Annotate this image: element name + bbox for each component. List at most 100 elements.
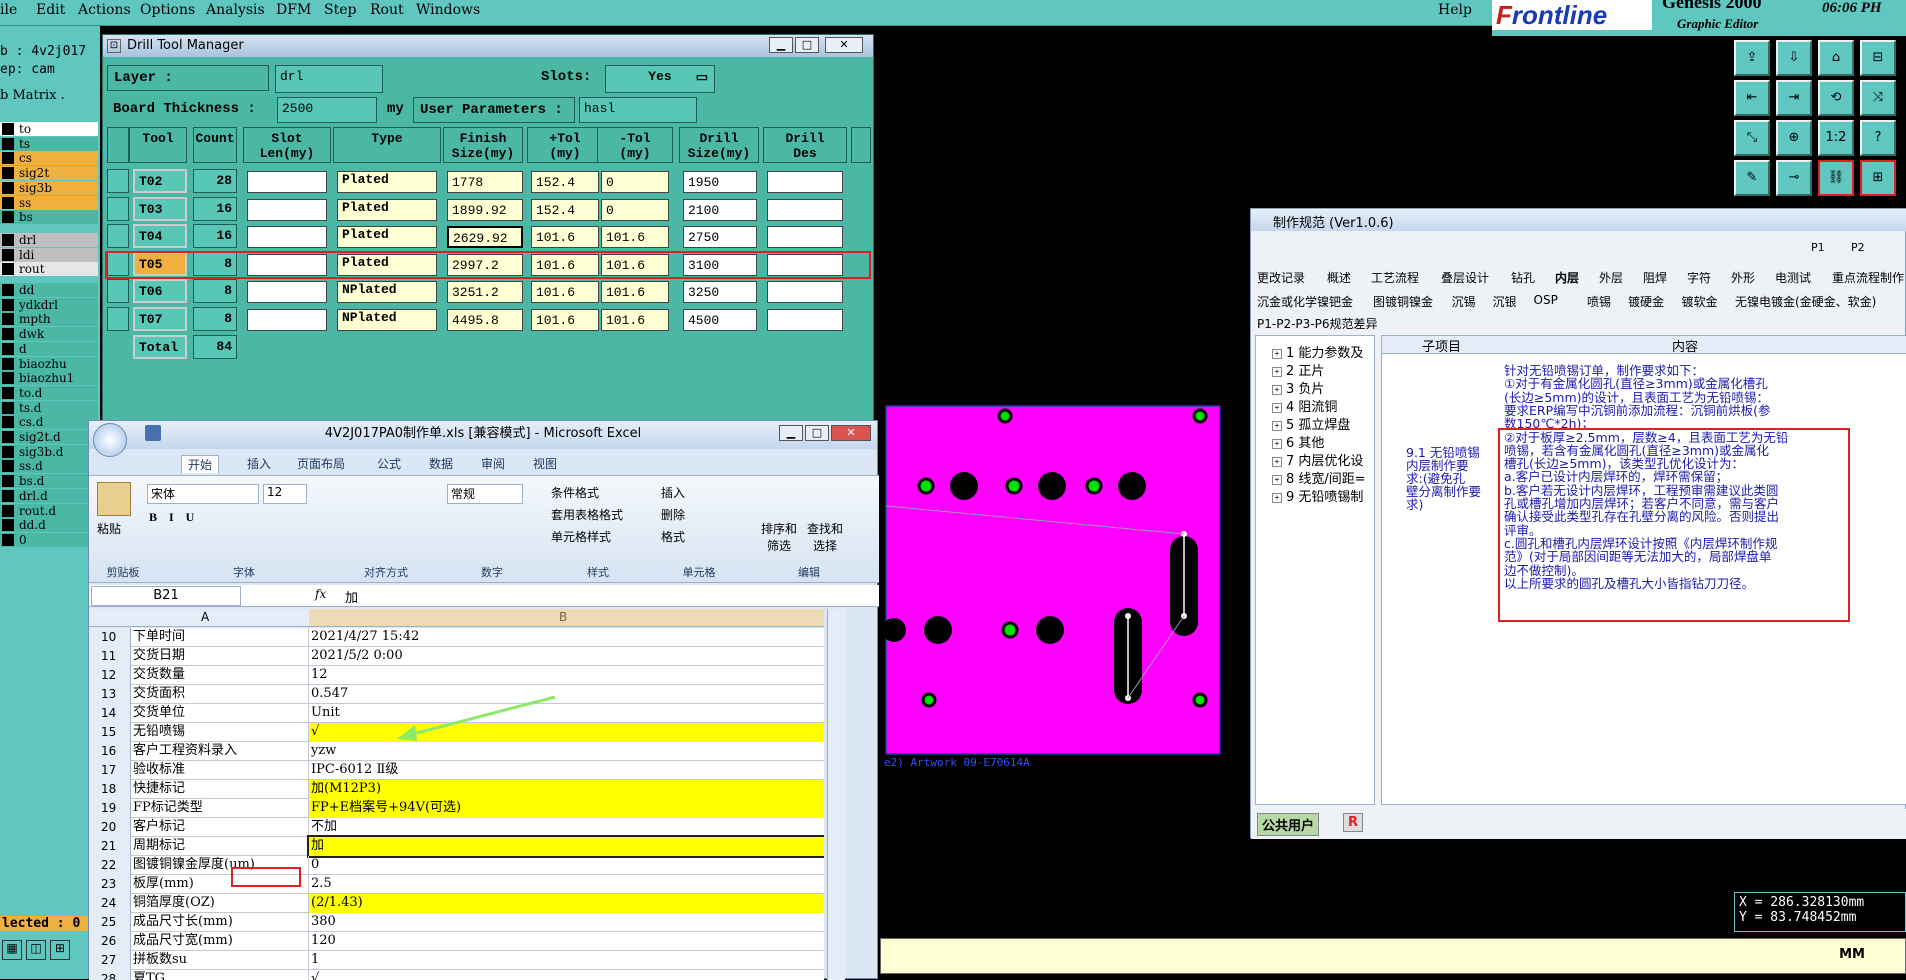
plus-tol-input[interactable]: 101.6 [531,308,599,331]
plus-tol-input[interactable]: 152.4 [531,171,599,193]
excel-minimize-button[interactable]: ▁ [779,425,803,441]
cell-a[interactable]: 客户工程资料录入 [131,742,309,761]
command-line[interactable]: MM [880,938,1906,974]
ribbon-tab[interactable]: 插入 [247,455,271,472]
cell-b[interactable]: 2021/4/27 15:42 [309,628,824,647]
spec-tab[interactable]: 喷锡 [1587,293,1611,310]
plus-tol-input[interactable]: 101.6 [531,281,599,303]
layer-item[interactable]: ydkdrl [0,297,98,312]
cell-a[interactable]: 交货日期 [131,647,309,666]
vertical-scrollbar[interactable] [827,609,845,980]
cell-b[interactable]: 加(M12P3) [309,780,824,799]
spec-tab[interactable]: 图镀铜镍金 [1373,293,1433,310]
layer-toggle-icon[interactable] [2,372,14,385]
layer-toggle-icon[interactable] [2,445,14,458]
expand-icon[interactable]: + [1272,439,1282,449]
slot-length-input[interactable] [247,198,327,221]
name-box[interactable]: B21 [91,586,241,606]
layer-toggle-icon[interactable] [2,504,14,517]
cell-b[interactable]: 120 [309,932,824,951]
layer-item[interactable]: mpth [0,312,98,327]
layer-item[interactable]: sig2t [0,166,98,181]
cell-b[interactable]: 2021/5/2 0:00 [309,647,824,666]
layer-toggle-icon[interactable] [2,263,14,276]
spec-tab[interactable]: OSP [1534,293,1558,307]
tree-item[interactable]: +2 正片 [1272,360,1324,379]
spec-tab[interactable]: 内层 [1555,269,1579,286]
row-number[interactable]: 21 [89,837,131,856]
table-icon[interactable]: ⊞ [50,940,70,960]
type-select[interactable]: Plated [337,198,437,221]
minus-tol-input[interactable]: 0 [601,171,669,193]
find-select-button[interactable]: 查找和 选择 [807,520,843,554]
row-number[interactable]: 12 [89,666,131,685]
cell-b[interactable]: FP+E档案号+94V(可选) [309,799,824,818]
cell-b[interactable]: 加 [307,835,824,858]
tool-name[interactable]: T04 [133,224,187,248]
drill-des-input[interactable] [767,226,843,248]
type-select[interactable]: NPlated [337,281,437,303]
spec-tab[interactable]: 钻孔 [1511,269,1535,286]
layer-toggle-icon[interactable] [2,167,14,180]
drill-des-input[interactable] [767,171,843,193]
layer-item[interactable]: ts.d [0,400,98,415]
format-button[interactable]: 格式 [661,528,685,545]
bold-italic-underline-buttons[interactable]: BIU [149,510,206,525]
menu-step[interactable]: Step [324,2,356,18]
drill-size-input[interactable]: 2750 [683,226,757,248]
layer-item[interactable]: rout.d [0,503,98,518]
layer-item[interactable]: dd.d [0,518,98,533]
finish-size-input[interactable]: 4495.8 [447,308,523,331]
excel-titlebar[interactable]: 4V2J017PA0制作单.xls [兼容模式] - Microsoft Exc… [89,421,877,457]
cell-a[interactable]: 铜箔厚度(OZ) [131,894,309,913]
row-number[interactable]: 17 [89,761,131,780]
panel-icon[interactable]: ⊞ [1860,160,1896,196]
redo-icon[interactable]: ⇥ [1776,80,1812,116]
spec-titlebar[interactable]: 制作规范 (Ver1.0.6) [1251,209,1906,231]
tool-name[interactable]: T02 [133,169,187,193]
minus-tol-input[interactable]: 0 [601,198,669,221]
layer-item[interactable]: biaozhu [0,356,98,371]
spec-tab[interactable]: 外形 [1731,269,1755,286]
row-number[interactable]: 10 [89,628,131,647]
layer-toggle-icon[interactable] [2,123,14,135]
expand-icon[interactable] [107,224,129,248]
layer-toggle-icon[interactable] [2,313,14,326]
delete-button[interactable]: 删除 [661,506,685,523]
cell-b[interactable]: Unit [309,704,824,723]
cell-b[interactable]: (2/1.43) [309,894,824,913]
cell-a[interactable]: FP标记类型 [131,799,309,818]
paste-label[interactable]: 粘贴 [97,520,121,537]
minus-tol-input[interactable]: 101.6 [601,281,669,303]
slot-length-input[interactable] [247,308,327,331]
row-number[interactable]: 25 [89,913,131,932]
ribbon-tab[interactable]: 公式 [377,455,401,472]
spec-tab[interactable]: 工艺流程 [1371,269,1419,286]
row-number[interactable]: 23 [89,875,131,894]
spec-tab[interactable]: 镀硬金 [1628,293,1664,310]
layer-toggle-icon[interactable] [2,431,14,443]
flag-p2[interactable]: P2 [1851,241,1865,254]
menu-actions[interactable]: Actions [78,2,131,18]
layer-item[interactable]: ss [0,195,98,210]
layer-item[interactable]: bs.d [0,474,98,489]
layer-item[interactable]: ts [0,136,98,151]
layer-toggle-icon[interactable] [2,357,14,370]
fit-icon[interactable]: ⤡ [1734,120,1770,156]
layer-item[interactable]: dwk [0,327,98,342]
type-select[interactable]: NPlated [337,308,437,331]
slot-length-input[interactable] [247,226,327,248]
undo-icon[interactable]: ⇤ [1734,80,1770,116]
expand-icon[interactable]: + [1272,403,1282,413]
row-number[interactable]: 13 [89,685,131,704]
expand-icon[interactable]: + [1272,385,1282,395]
spec-tab[interactable]: 更改记录 [1257,269,1305,286]
cell-a[interactable]: 拼板数su [131,951,309,970]
cell-b[interactable]: 不加 [309,818,824,837]
layer-toggle-icon[interactable] [2,519,14,532]
maximize-button[interactable]: □ [795,37,819,53]
tree-item[interactable]: +7 内层优化设 [1272,450,1363,469]
spec-tab-diff[interactable]: P1-P2-P3-P6规范差异 [1257,315,1377,332]
cell-b[interactable]: 0 [309,856,824,875]
table-format-button[interactable]: 套用表格格式 [551,506,623,523]
